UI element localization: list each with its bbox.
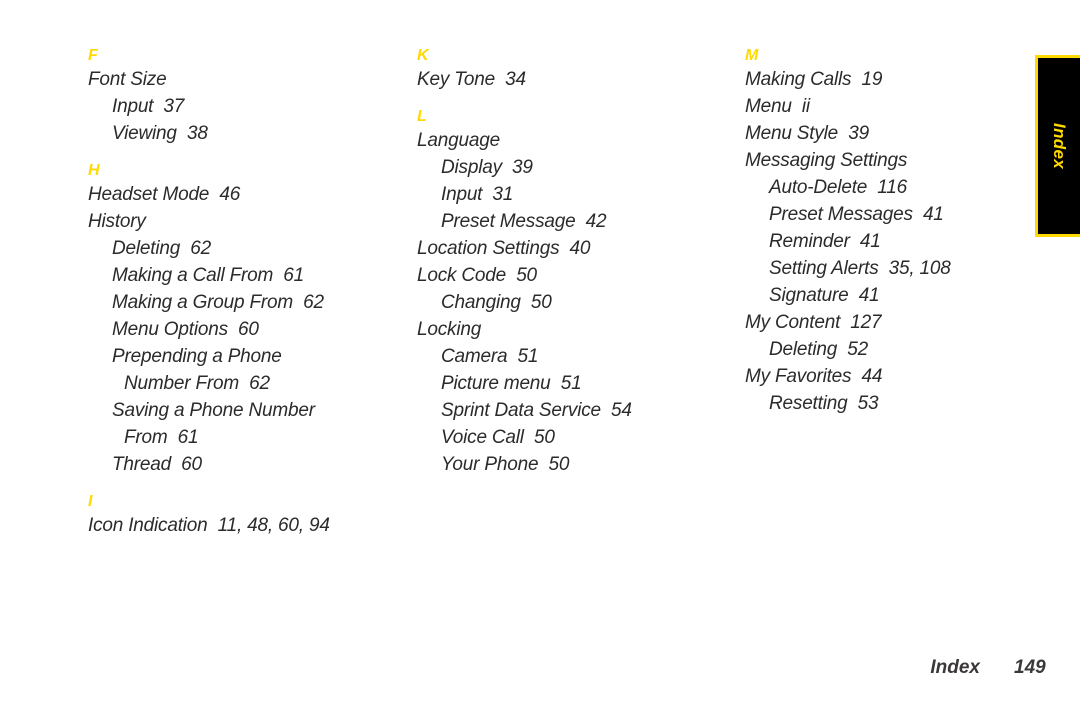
letter-heading-f: F [88,47,98,64]
index-entry[interactable]: Preset Messages 41 [769,201,1030,228]
footer-page-number: 149 [1014,657,1046,678]
index-entry[interactable]: Changing 50 [441,289,727,316]
index-entry[interactable]: Menu Style 39 [745,120,1030,147]
index-entry[interactable]: Display 39 [441,154,727,181]
index-entry[interactable]: Making a Group From 62 [112,289,408,316]
index-entry[interactable]: Deleting 62 [112,235,408,262]
index-entry[interactable]: Saving a Phone Number [112,397,408,424]
index-entry[interactable]: Locking [417,316,727,343]
letter-heading-k: K [417,47,429,64]
index-entry[interactable]: Deleting 52 [769,336,1030,363]
index-entry[interactable]: Viewing 38 [112,120,408,147]
side-index-tab[interactable]: Index [1035,55,1080,237]
index-entry[interactable]: Lock Code 50 [417,262,727,289]
index-entry[interactable]: Making a Call From 61 [112,262,408,289]
index-entry[interactable]: Headset Mode 46 [88,181,408,208]
index-entry[interactable]: Making Calls 19 [745,66,1030,93]
letter-heading-l: L [417,108,427,125]
index-entry[interactable]: Sprint Data Service 54 [441,397,727,424]
index-entry[interactable]: My Favorites 44 [745,363,1030,390]
footer-section-label: Index [930,657,980,678]
index-entry[interactable]: Messaging Settings [745,147,1030,174]
side-index-tab-label: Index [1050,123,1069,169]
index-entry[interactable]: Menu Options 60 [112,316,408,343]
letter-heading-h: H [88,162,100,179]
index-entry[interactable]: From 61 [124,424,408,451]
index-entry[interactable]: Key Tone 34 [417,66,727,93]
index-entry[interactable]: Icon Indication 11, 48, 60, 94 [88,512,408,539]
page-footer: Index 149 [0,657,1048,679]
index-entry[interactable]: Thread 60 [112,451,408,478]
index-entry[interactable]: Preset Message 42 [441,208,727,235]
index-entry[interactable]: Number From 62 [124,370,408,397]
index-entry[interactable]: Prepending a Phone [112,343,408,370]
index-entry[interactable]: Camera 51 [441,343,727,370]
index-entry[interactable]: Language [417,127,727,154]
index-entry[interactable]: Voice Call 50 [441,424,727,451]
index-entry[interactable]: Input 31 [441,181,727,208]
index-entry[interactable]: Input 37 [112,93,408,120]
index-entry[interactable]: Font Size [88,66,408,93]
index-entry[interactable]: Your Phone 50 [441,451,727,478]
letter-heading-i: I [88,493,93,510]
index-entry[interactable]: Signature 41 [769,282,1030,309]
index-page: F Font Size Input 37 Viewing 38 H Headset Mod… [0,0,1080,720]
index-entry[interactable]: Auto-Delete 116 [769,174,1030,201]
index-entry[interactable]: Menu ii [745,93,1030,120]
index-entry[interactable]: Setting Alerts 35, 108 [769,255,1030,282]
index-entry[interactable]: History [88,208,408,235]
index-entry[interactable]: My Content 127 [745,309,1030,336]
index-entry[interactable]: Reminder 41 [769,228,1030,255]
column-2: K Key Tone 34 L Language Display 39 Input 31 P… [417,46,727,478]
index-entry[interactable]: Resetting 53 [769,390,1030,417]
letter-heading-m: M [745,47,759,64]
index-entry[interactable]: Picture menu 51 [441,370,727,397]
column-3: M Making Calls 19 Menu ii Menu Style 39 Mess… [745,46,1030,417]
index-entry[interactable]: Location Settings 40 [417,235,727,262]
column-1: F Font Size Input 37 Viewing 38 H Headset Mod… [88,46,408,539]
